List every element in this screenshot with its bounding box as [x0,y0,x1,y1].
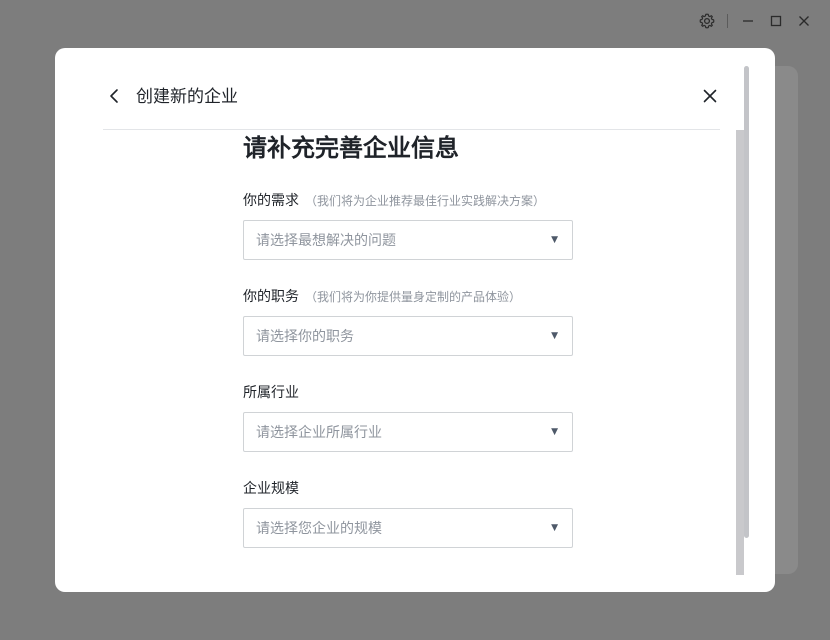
close-icon [703,89,717,103]
window-controls-divider [727,14,728,28]
select-placeholder: 请选择最想解决的问题 [256,233,396,249]
dialog-title: 创建新的企业 [136,87,238,107]
window-close-button[interactable] [790,10,818,32]
field-company-size: 企业规模 请选择您企业的规模 ▼ [243,480,573,548]
field-position: 你的职务 （我们将为你提供量身定制的产品体验） 请选择你的职务 ▼ [243,288,573,356]
scrollbar-track[interactable] [736,130,744,575]
back-button[interactable] [105,86,123,106]
field-label: 所属行业 [243,385,299,401]
select-placeholder: 请选择您企业的规模 [256,521,382,537]
gear-icon [699,13,715,29]
close-icon [799,16,809,26]
caret-down-icon: ▼ [551,427,558,437]
enterprise-info-form: 请补充完善企业信息 你的需求 （我们将为企业推荐最佳行业实践解决方案） 请选择最想… [243,132,573,548]
caret-down-icon: ▼ [551,331,558,341]
position-select[interactable]: 请选择你的职务 ▼ [243,316,573,356]
field-label: 企业规模 [243,481,299,497]
dialog-close-button[interactable] [700,86,720,106]
field-label: 你的需求 [243,193,299,209]
select-placeholder: 请选择企业所属行业 [256,425,382,441]
field-label: 你的职务 [243,289,299,305]
scrollbar-thumb[interactable] [744,66,749,538]
maximize-button[interactable] [762,10,790,32]
caret-down-icon: ▼ [551,235,558,245]
requirement-select[interactable]: 请选择最想解决的问题 ▼ [243,220,573,260]
field-hint: （我们将为你提供量身定制的产品体验） [305,290,522,304]
field-industry: 所属行业 请选择企业所属行业 ▼ [243,384,573,452]
maximize-icon [770,15,782,27]
create-enterprise-dialog: 创建新的企业 请补充完善企业信息 你的需求 （我们将为企业推荐最佳行业实践解决方案… [55,48,775,592]
window-controls [693,10,818,32]
minimize-button[interactable] [734,10,762,32]
company-size-select[interactable]: 请选择您企业的规模 ▼ [243,508,573,548]
select-placeholder: 请选择你的职务 [256,329,354,345]
chevron-left-icon [110,89,118,103]
minimize-icon [743,20,753,22]
settings-gear-icon[interactable] [693,10,721,32]
field-requirement: 你的需求 （我们将为企业推荐最佳行业实践解决方案） 请选择最想解决的问题 ▼ [243,192,573,260]
dialog-header: 创建新的企业 [103,48,720,130]
field-hint: （我们将为企业推荐最佳行业实践解决方案） [305,194,546,208]
form-heading: 请补充完善企业信息 [243,134,459,162]
industry-select[interactable]: 请选择企业所属行业 ▼ [243,412,573,452]
caret-down-icon: ▼ [551,523,558,533]
